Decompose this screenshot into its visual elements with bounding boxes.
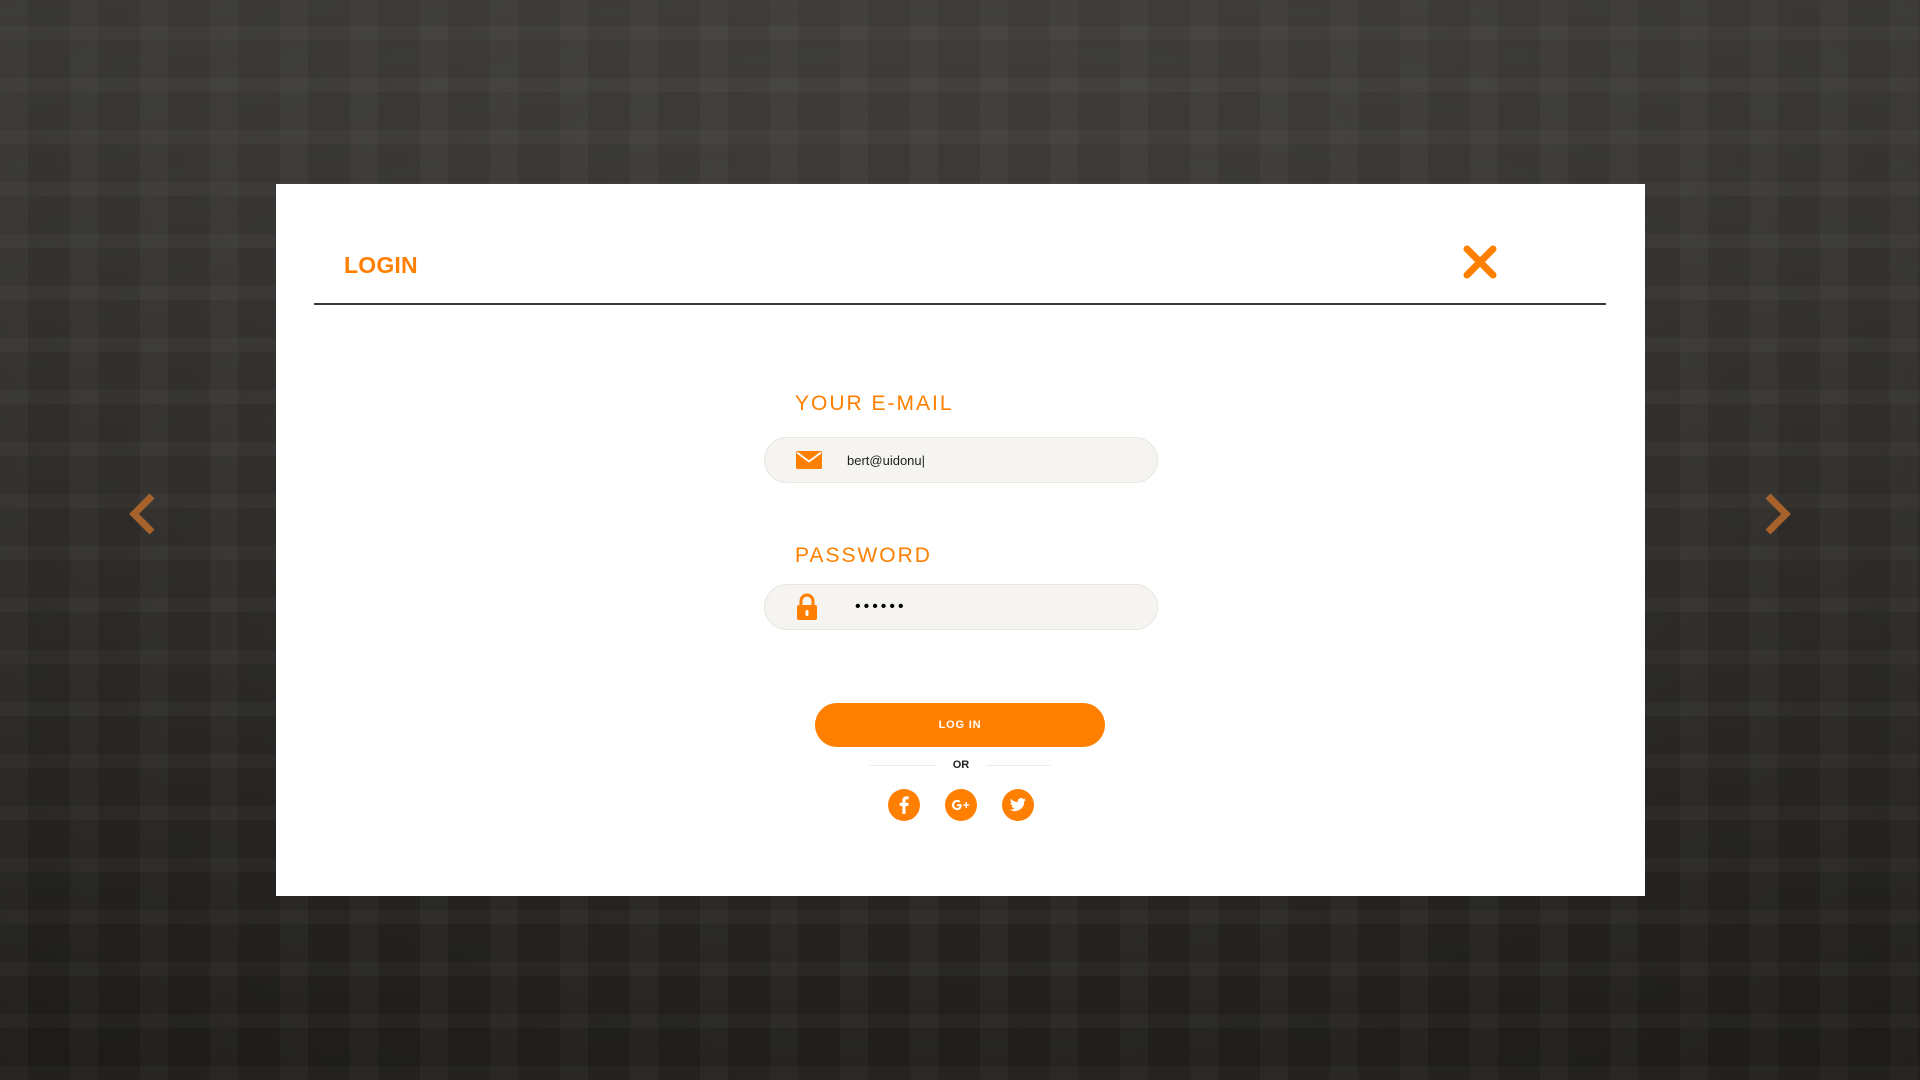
facebook-icon xyxy=(899,796,909,814)
email-input[interactable] xyxy=(847,438,1137,482)
modal-title: LOGIN xyxy=(344,252,418,278)
login-button[interactable]: LOG IN xyxy=(815,703,1105,747)
twitter-icon xyxy=(1009,798,1026,812)
login-modal: LOGIN YOUR E-MAIL PASSWORD LOG IN OR xyxy=(276,184,1645,896)
password-input[interactable] xyxy=(855,585,1145,629)
google-plus-login-button[interactable] xyxy=(945,789,977,821)
password-label: PASSWORD xyxy=(795,544,932,567)
password-field[interactable] xyxy=(764,584,1158,630)
chevron-right-icon xyxy=(1765,493,1791,535)
close-button[interactable] xyxy=(1462,244,1498,280)
envelope-icon xyxy=(795,448,823,472)
facebook-login-button[interactable] xyxy=(888,789,920,821)
lock-icon xyxy=(795,593,823,620)
or-separator: OR xyxy=(936,758,986,772)
next-arrow[interactable] xyxy=(1756,490,1796,538)
previous-arrow[interactable] xyxy=(124,490,164,538)
twitter-login-button[interactable] xyxy=(1002,789,1034,821)
email-label: YOUR E-MAIL xyxy=(795,392,954,415)
close-icon xyxy=(1463,245,1497,279)
chevron-left-icon xyxy=(129,493,155,535)
email-field[interactable] xyxy=(764,437,1158,483)
google-plus-icon xyxy=(951,799,970,811)
modal-header xyxy=(314,184,1606,305)
